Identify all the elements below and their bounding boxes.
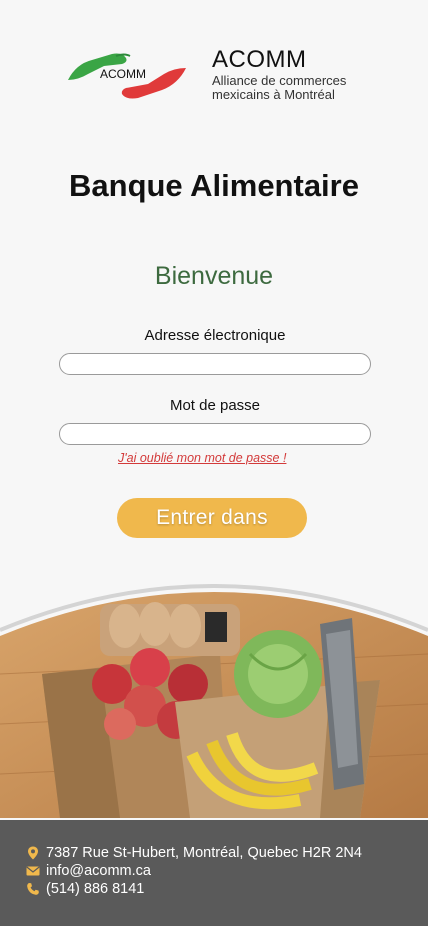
footer: 7387 Rue St-Hubert, Montréal, Quebec H2R… bbox=[0, 820, 428, 926]
brand-subtitle-line2: mexicains à Montréal bbox=[212, 87, 335, 102]
forgot-password-link[interactable]: J'ai oublié mon mot de passe ! bbox=[118, 451, 318, 465]
submit-button[interactable]: Entrer dans bbox=[117, 498, 307, 538]
page-title: Banque Alimentaire bbox=[69, 168, 359, 203]
footer-email-link[interactable]: info@acomm.ca bbox=[46, 863, 151, 879]
brand-subtitle-line1: Alliance de commerces bbox=[212, 73, 347, 88]
footer-address-row: 7387 Rue St-Hubert, Montréal, Quebec H2R… bbox=[26, 844, 362, 862]
email-field[interactable] bbox=[59, 353, 371, 375]
footer-phone-row: (514) 886 8141 bbox=[26, 880, 144, 898]
groceries-photo bbox=[0, 584, 428, 818]
password-field[interactable] bbox=[59, 423, 371, 445]
brand-block: ACOMM Alliance de commerces mexicains à … bbox=[212, 46, 392, 102]
password-label: Mot de passe bbox=[169, 397, 261, 414]
email-label: Adresse électronique bbox=[144, 327, 286, 344]
phone-icon bbox=[27, 883, 39, 895]
footer-address-link[interactable]: 7387 Rue St-Hubert, Montréal, Quebec H2R… bbox=[46, 845, 362, 861]
footer-phone[interactable]: (514) 886 8141 bbox=[46, 881, 144, 897]
map-pin-icon bbox=[28, 846, 38, 860]
acomm-logo: ACOMM bbox=[68, 53, 186, 99]
header: ACOMM ACOMM Alliance de commerces mexica… bbox=[66, 46, 386, 106]
footer-email-row: info@acomm.ca bbox=[26, 862, 151, 880]
welcome-heading: Bienvenue bbox=[154, 262, 274, 290]
logo-text: ACOMM bbox=[100, 67, 146, 81]
brand-name: ACOMM bbox=[212, 46, 307, 73]
envelope-icon bbox=[26, 866, 40, 876]
